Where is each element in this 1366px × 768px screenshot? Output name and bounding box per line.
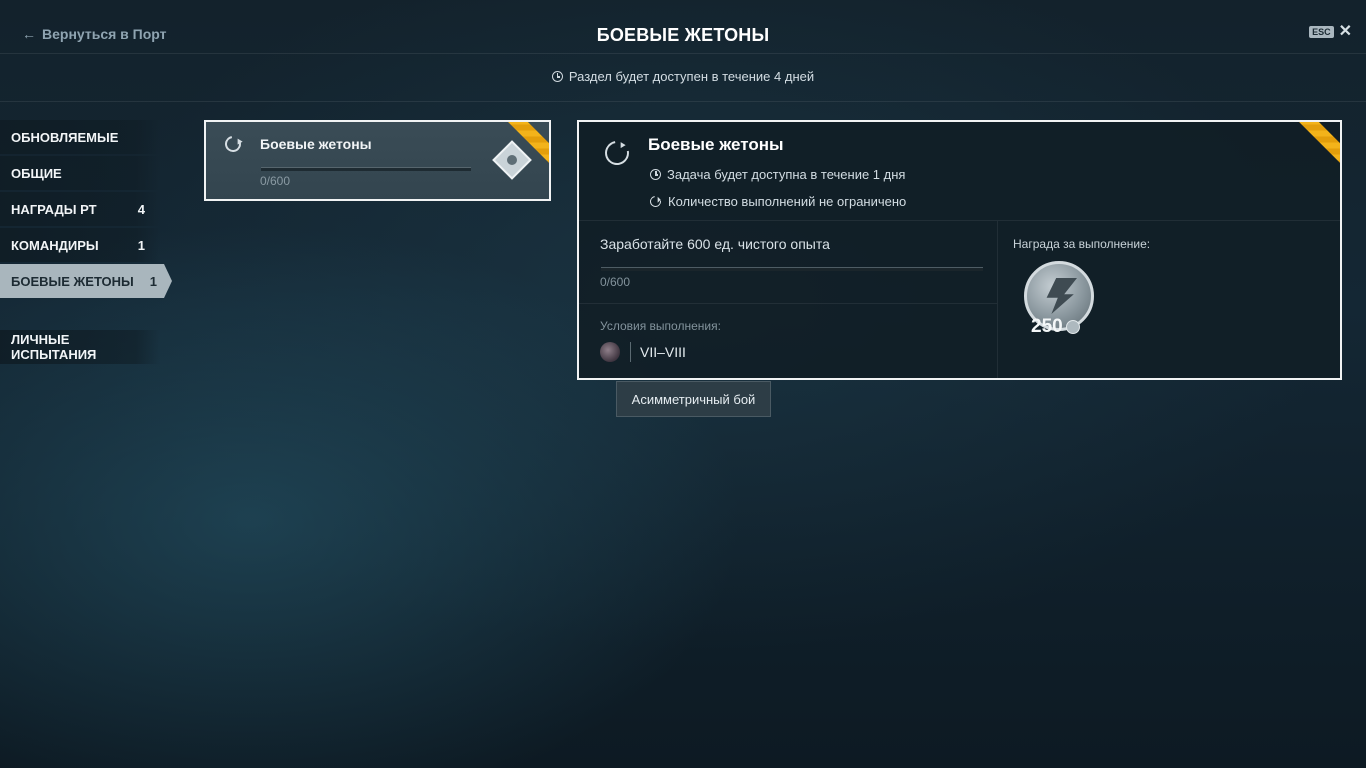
refresh-icon	[600, 136, 634, 170]
mission-card-title: Боевые жетоны	[260, 136, 372, 152]
sidebar-item-label: КОМАНДИРЫ	[11, 237, 99, 253]
conditions-label: Условия выполнения:	[600, 319, 721, 333]
section-availability: Раздел будет доступен в течение 4 дней	[0, 69, 1366, 84]
conditions-row: VII–VIII	[600, 342, 686, 362]
featured-ribbon	[1293, 122, 1340, 168]
page-title: БОЕВЫЕ ЖЕТОНЫ	[596, 25, 770, 45]
sidebar-item-label: ЛИЧНЫЕ ИСПЫТАНИЯ	[11, 332, 97, 362]
top-bar: ← Вернуться в Порт БОЕВЫЕ ЖЕТОНЫ ESC ✕	[0, 0, 1366, 54]
mission-availability-text: Задача будет доступна в течение 1 дня	[667, 167, 906, 182]
sidebar-item-label: НАГРАДЫ РТ	[11, 201, 97, 217]
mission-detail-panel: Боевые жетоны Задача будет доступна в те…	[577, 120, 1342, 380]
mission-card[interactable]: Боевые жетоны 0/600	[204, 120, 551, 201]
sidebar-item-commanders[interactable]: КОМАНДИРЫ 1	[0, 228, 160, 262]
section-availability-text: Раздел будет доступен в течение 4 дней	[568, 69, 815, 84]
close-icon: ✕	[1338, 23, 1352, 40]
task-progress-bar	[601, 267, 983, 271]
sidebar-item-count: 1	[149, 273, 157, 289]
task-section: Заработайте 600 ед. чистого опыта 0/600 …	[579, 221, 998, 378]
mission-availability: Задача будет доступна в течение 1 дня	[650, 167, 905, 182]
mission-repeat-info: Количество выполнений не ограничено	[647, 193, 907, 210]
sidebar-item-count: 1	[137, 237, 145, 253]
sidebar-item-label: ОБНОВЛЯЕМЫЕ	[11, 129, 119, 145]
tier-range: VII–VIII	[640, 344, 686, 360]
reward-amount: 250	[1031, 316, 1080, 338]
diamond-icon	[492, 140, 532, 180]
sidebar-item-label: БОЕВЫЕ ЖЕТОНЫ	[11, 273, 134, 289]
sidebar-item-personal-challenges[interactable]: ЛИЧНЫЕ ИСПЫТАНИЯ	[0, 330, 160, 364]
sidebar-item-updatable[interactable]: ОБНОВЛЯЕМЫЕ	[0, 120, 160, 154]
sidebar-item-label: ОБЩИЕ	[11, 165, 62, 181]
divider	[630, 342, 631, 362]
refresh-icon	[221, 132, 245, 156]
reward-amount-value: 250	[1031, 316, 1063, 337]
close-button[interactable]: ESC ✕	[1309, 23, 1352, 40]
task-description: Заработайте 600 ед. чистого опыта	[600, 236, 830, 252]
battle-type-icon[interactable]	[600, 342, 620, 362]
mission-repeat-text: Количество выполнений не ограничено	[668, 194, 907, 209]
divider	[579, 303, 997, 304]
sidebar-item-rt-rewards[interactable]: НАГРАДЫ РТ 4	[0, 192, 160, 226]
reward-label: Награда за выполнение:	[1013, 237, 1151, 251]
sidebar-item-battle-tokens[interactable]: БОЕВЫЕ ЖЕТОНЫ 1	[0, 264, 172, 298]
esc-key-badge: ESC	[1309, 26, 1334, 38]
task-progress-text: 0/600	[600, 275, 631, 289]
clock-icon	[551, 71, 563, 82]
battle-type-tooltip: Асимметричный бой	[616, 381, 771, 417]
clock-icon	[650, 169, 661, 180]
mission-card-progress-bar	[261, 167, 471, 171]
repeat-icon	[647, 193, 664, 210]
availability-bar: Раздел будет доступен в течение 4 дней	[0, 54, 1366, 102]
sidebar-item-count: 4	[137, 201, 145, 217]
token-small-icon	[1065, 320, 1080, 334]
mission-detail-title: Боевые жетоны	[648, 135, 784, 154]
mission-card-progress-text: 0/600	[260, 174, 291, 188]
reward-section: Награда за выполнение: 250	[998, 221, 1340, 378]
sidebar-item-general[interactable]: ОБЩИЕ	[0, 156, 160, 190]
category-sidebar: ОБНОВЛЯЕМЫЕ ОБЩИЕ НАГРАДЫ РТ 4 КОМАНДИРЫ…	[0, 120, 172, 366]
